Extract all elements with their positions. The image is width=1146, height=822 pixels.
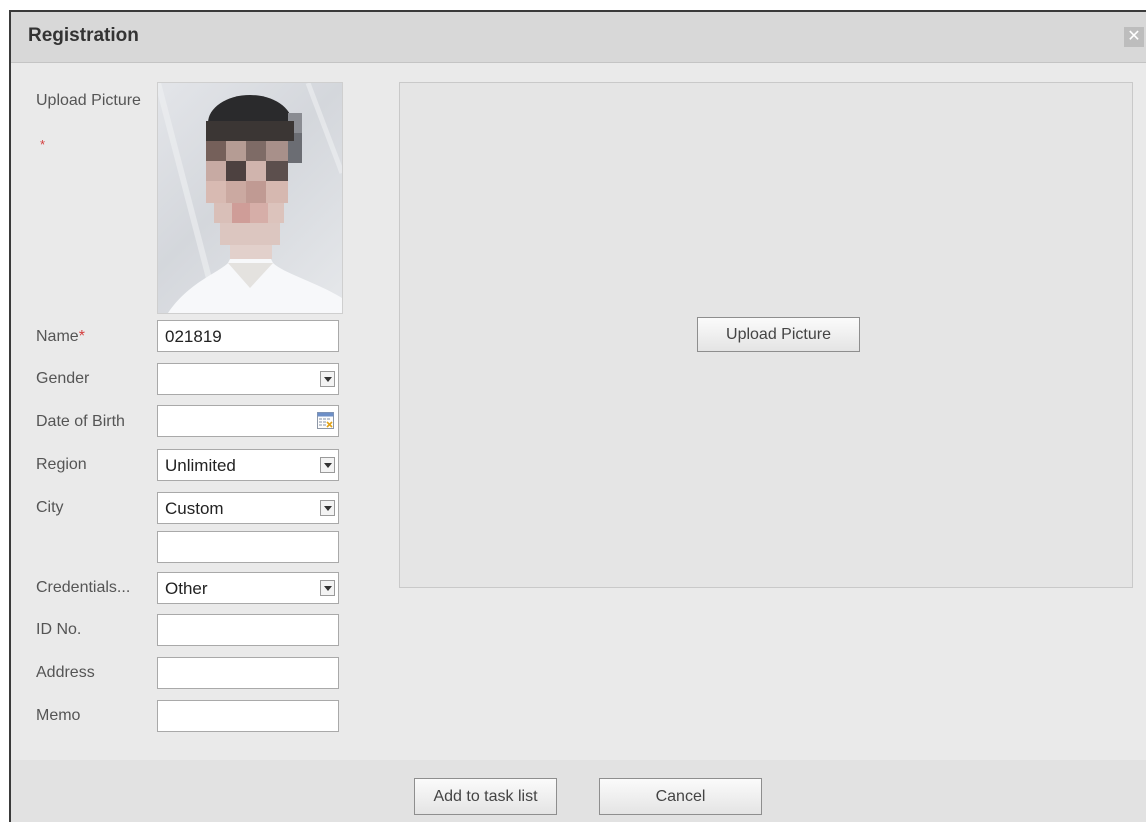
city-custom-input[interactable] — [157, 531, 339, 563]
credentials-select[interactable]: Other — [157, 572, 339, 604]
credentials-value: Other — [165, 579, 208, 598]
name-value: 021819 — [165, 327, 222, 346]
name-required-mark: * — [78, 328, 85, 345]
address-label: Address — [36, 664, 95, 681]
name-input[interactable]: 021819 — [157, 320, 339, 352]
gender-select[interactable] — [157, 363, 339, 395]
city-select[interactable]: Custom — [157, 492, 339, 524]
address-input[interactable] — [157, 657, 339, 689]
upload-picture-required-mark: * — [40, 137, 46, 152]
uploaded-photo — [157, 82, 343, 314]
upload-picture-button[interactable]: Upload Picture — [697, 317, 860, 352]
add-to-task-list-button[interactable]: Add to task list — [414, 778, 557, 815]
region-value: Unlimited — [165, 456, 236, 475]
cancel-button[interactable]: Cancel — [599, 778, 762, 815]
name-label: Name* — [36, 328, 85, 345]
city-value: Custom — [165, 499, 224, 518]
dob-label: Date of Birth — [36, 413, 125, 430]
upload-picture-label: Upload Picture — [36, 92, 141, 109]
chevron-down-icon[interactable] — [320, 371, 335, 387]
calendar-icon[interactable] — [317, 412, 334, 429]
memo-label: Memo — [36, 707, 81, 724]
credentials-label: Credentials... — [36, 579, 131, 596]
gender-label: Gender — [36, 370, 90, 387]
dialog-footer — [11, 760, 1146, 822]
picture-preview-area: Upload Picture — [399, 82, 1133, 588]
region-label: Region — [36, 456, 87, 473]
city-label: City — [36, 499, 64, 516]
memo-input[interactable] — [157, 700, 339, 732]
id-label: ID No. — [36, 621, 82, 638]
id-input[interactable] — [157, 614, 339, 646]
region-select[interactable]: Unlimited — [157, 449, 339, 481]
chevron-down-icon[interactable] — [320, 580, 335, 596]
dob-input[interactable] — [157, 405, 339, 437]
chevron-down-icon[interactable] — [320, 457, 335, 473]
chevron-down-icon[interactable] — [320, 500, 335, 516]
dialog-titlebar[interactable]: Registration ✕ — [11, 12, 1146, 63]
portrait-image — [158, 83, 342, 313]
dialog-title: Registration — [28, 25, 139, 46]
registration-dialog: Registration ✕ Upload Picture * Name* 02… — [9, 10, 1146, 822]
close-icon[interactable]: ✕ — [1124, 27, 1144, 47]
